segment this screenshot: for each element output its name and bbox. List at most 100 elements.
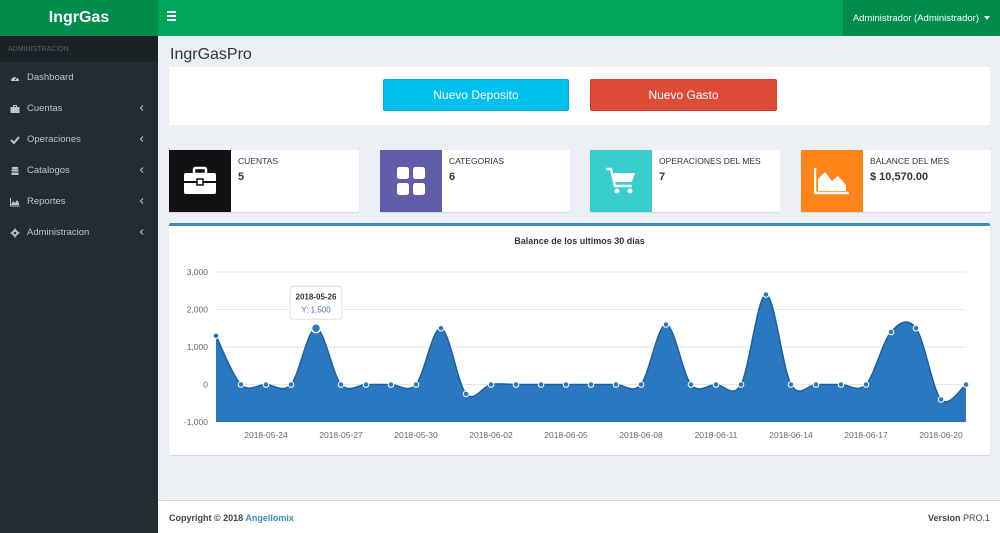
new-expense-button[interactable]: Nuevo Gasto (590, 79, 777, 111)
data-point (812, 381, 820, 388)
chevron-left-icon (139, 229, 144, 235)
area-chart-icon (801, 150, 863, 212)
data-point (762, 291, 770, 298)
data-point (512, 381, 520, 388)
x-tick-label: 2018-06-08 (619, 430, 663, 440)
data-point (537, 381, 545, 388)
y-tick-label: 3,000 (187, 267, 209, 277)
data-point (362, 381, 370, 388)
new-deposit-button[interactable]: Nuevo Deposito (383, 79, 569, 111)
data-point (212, 332, 220, 340)
tooltip-box (289, 285, 343, 320)
data-point (662, 321, 670, 328)
sidebar-item-catalogos[interactable]: Catalogos (0, 155, 158, 186)
info-box-label: OPERACIONES DEL MES (659, 156, 761, 166)
cart-icon (590, 150, 652, 212)
caret-down-icon (984, 16, 990, 20)
sidebar-item-label: Operaciones (27, 134, 81, 145)
sidebar-item-dashboard[interactable]: Dashboard (0, 62, 158, 93)
data-point (587, 381, 595, 388)
chevron-left-icon (139, 136, 144, 142)
x-tick-label: 2018-06-20 (919, 430, 963, 440)
info-box-balance[interactable]: BALANCE DEL MES $ 10,570.00 (801, 150, 991, 212)
data-point (437, 324, 445, 332)
app-logo[interactable]: IngrGas (0, 0, 158, 36)
x-tick-label: 2018-05-24 (244, 430, 288, 440)
version-label: Version (927, 513, 961, 523)
copyright-label: Copyright © 2018 (169, 513, 246, 523)
gear-icon (10, 228, 20, 238)
x-tick-label: 2018-06-02 (469, 430, 513, 440)
user-menu[interactable]: Administrador (Administrador) (842, 0, 1000, 36)
sidebar-item-reportes[interactable]: Reportes (0, 186, 158, 217)
x-tick-label: 2018-06-17 (844, 430, 888, 440)
info-box-label: CUENTAS (238, 156, 278, 166)
x-tick-label: 2018-05-30 (394, 430, 438, 440)
info-box-value: 5 (238, 171, 245, 183)
data-point (712, 381, 720, 388)
data-point (487, 381, 495, 388)
data-point (637, 381, 645, 388)
y-tick-label: 1,000 (187, 342, 209, 352)
data-point (612, 381, 620, 388)
data-point (912, 324, 920, 332)
company-link[interactable]: Angellomix (245, 513, 294, 523)
data-point (337, 381, 345, 388)
balance-chart-box: Balance de los ultimos 30 dias 3,000 2,00… (169, 223, 990, 455)
info-box-operaciones[interactable]: OPERACIONES DEL MES 7 (590, 150, 780, 212)
top-navbar: Administrador (Administrador) (158, 0, 1000, 36)
info-box-cuentas[interactable]: CUENTAS 5 (169, 150, 359, 212)
sidebar-section-header: ADMINISTRACION (0, 36, 158, 62)
data-point (787, 381, 795, 388)
data-point (287, 381, 295, 388)
data-point (237, 381, 245, 388)
copyright-text: Copyright © 2018 Angellomix (169, 513, 294, 523)
data-point (262, 381, 270, 388)
info-box-label: BALANCE DEL MES (870, 156, 950, 166)
x-tick-label: 2018-06-14 (769, 430, 813, 440)
sidebar-item-label: Dashboard (27, 72, 74, 83)
grid-icon (380, 150, 442, 212)
y-tick-label: 2,000 (187, 305, 209, 315)
data-point (837, 381, 845, 388)
x-tick-label: 2018-05-27 (319, 430, 363, 440)
x-tick-label: 2018-06-11 (695, 430, 738, 440)
data-point (937, 396, 945, 403)
sidebar-item-operaciones[interactable]: Operaciones (0, 124, 158, 155)
data-point (962, 381, 970, 388)
info-box-categorias[interactable]: CATEGORIAS 6 (380, 150, 570, 212)
version-text: Version PRO.1 (928, 513, 990, 523)
sidebar-item-administracion[interactable]: Administracion (0, 217, 158, 248)
chevron-left-icon (139, 198, 144, 204)
sidebar-item-label: Administracion (27, 227, 90, 238)
info-box-value: 6 (449, 171, 456, 183)
briefcase-icon (10, 104, 20, 114)
data-point (687, 381, 695, 388)
version-value: PRO.1 (962, 513, 990, 523)
dashboard-icon (10, 73, 20, 83)
data-point (737, 381, 745, 388)
page-title: IngrGasPro (170, 46, 252, 63)
sidebar-item-label: Cuentas (27, 103, 63, 114)
sidebar-item-cuentas[interactable]: Cuentas (0, 93, 158, 124)
data-point (387, 381, 395, 388)
chevron-left-icon (139, 105, 144, 111)
tooltip-value: Y: 1,500 (301, 305, 331, 314)
info-box-label: CATEGORIAS (449, 156, 505, 166)
data-point (887, 328, 895, 336)
info-box-value: $ 10,570.00 (870, 171, 929, 183)
menu-toggle-icon[interactable] (167, 11, 179, 25)
highlighted-point (310, 323, 322, 334)
area-chart-icon (10, 197, 20, 207)
data-point (412, 381, 420, 388)
sidebar: ADMINISTRACION Dashboard Cuentas Operaci… (0, 36, 158, 533)
balance-chart[interactable]: 3,000 2,000 1,000 0 -1,000 2018-05-24 2018-05-… (169, 226, 990, 455)
chevron-left-icon (139, 167, 144, 173)
tooltip-date: 2018-05-26 (296, 292, 337, 301)
actions-box: Nuevo Deposito Nuevo Gasto (169, 67, 990, 125)
data-point (862, 381, 870, 388)
briefcase-icon (169, 150, 231, 212)
x-tick-label: 2018-06-05 (544, 430, 588, 440)
sidebar-item-label: Reportes (27, 196, 66, 207)
y-tick-label: -1,000 (184, 417, 208, 427)
